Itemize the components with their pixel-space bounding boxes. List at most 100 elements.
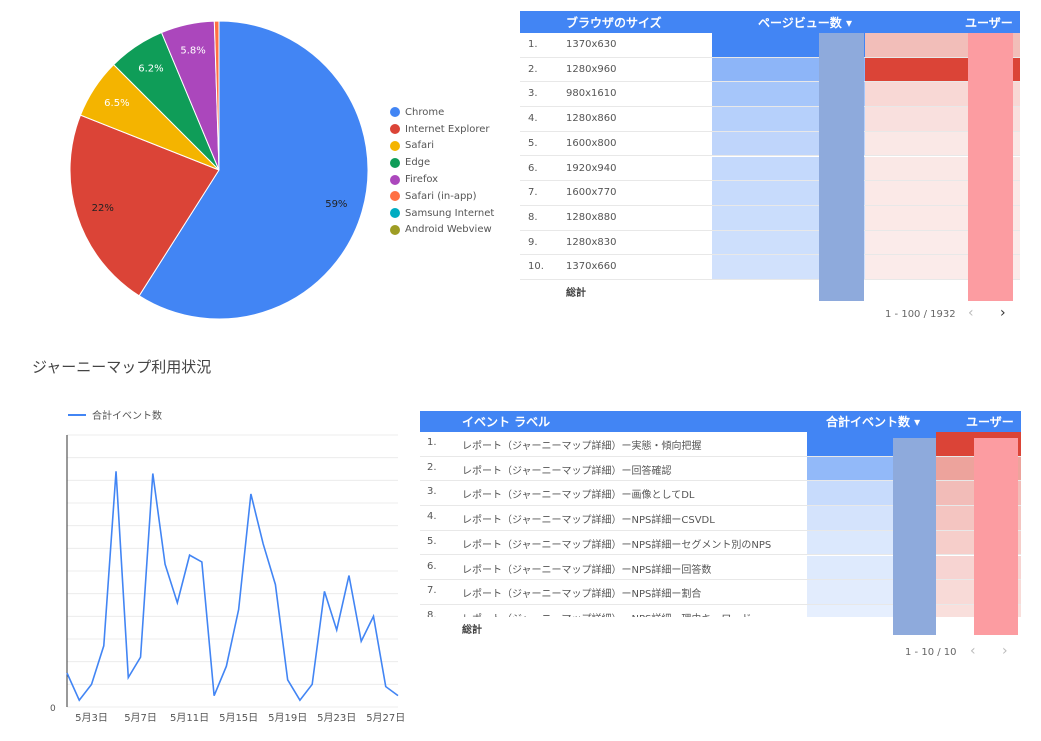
row-number: 1.	[528, 39, 538, 50]
x-tick-label: 5月19日	[268, 712, 307, 724]
pie-legend: Chrome Internet Explorer Safari Edge Firefox…	[390, 104, 494, 238]
row-number: 5.	[528, 137, 538, 149]
table-row[interactable]: 2. 1280x960	[520, 57, 1020, 83]
browser-size-cell: 1280x830	[566, 236, 617, 248]
header-total-events-sort[interactable]: 合計イベント数 ▾	[826, 413, 920, 430]
legend-item[interactable]: Internet Explorer	[390, 121, 494, 138]
browser-size-cell: 1600x800	[566, 137, 617, 149]
event-label-cell: レポート（ジャーニーマップ詳細）ーNPS詳細ー理由キーワード	[462, 610, 751, 617]
table-row[interactable]: 9. 1280x830	[520, 230, 1020, 256]
total-row-label: 総計	[462, 625, 482, 636]
legend-label: Safari	[405, 140, 435, 152]
legend-swatch	[390, 157, 400, 168]
x-tick-label: 5月23日	[317, 712, 356, 724]
row-number: 2.	[427, 461, 437, 473]
row-number: 8.	[427, 609, 437, 617]
row-number: 1.	[427, 437, 437, 448]
event-line-chart: 合計イベント数 0 5月3日 5月7日 5月11日 5月15日 5月19日 5月23日 5月…	[50, 409, 405, 724]
browser-size-cell: 1280x860	[566, 113, 617, 125]
table-row[interactable]: 10. 1370x660	[520, 255, 1020, 280]
legend-item[interactable]: Firefox	[390, 171, 494, 188]
legend-label: Android Webview	[405, 224, 492, 236]
events-summary-bar	[893, 438, 936, 635]
table-row[interactable]: 5. 1600x800	[520, 131, 1020, 157]
event-label-table: イベント ラベル 合計イベント数 ▾ ユーザー 1. レポート（ジャーニーマップ詳…	[420, 411, 1021, 636]
table-row[interactable]: 7. 1600x770	[520, 181, 1020, 206]
legend-label: Chrome	[405, 106, 445, 118]
line-legend-label: 合計イベント数	[92, 409, 162, 422]
legend-swatch	[390, 191, 400, 202]
browser-size-cell: 1280x960	[566, 63, 617, 75]
pie-slice-label: 6.5%	[104, 98, 129, 109]
legend-item[interactable]: Samsung Internet	[390, 205, 494, 222]
header-users[interactable]: ユーザー	[966, 413, 1014, 430]
legend-swatch	[390, 124, 400, 135]
event-label-cell: レポート（ジャーニーマップ詳細）ー回答確認	[462, 465, 672, 477]
legend-item[interactable]: Safari (in-app)	[390, 188, 494, 205]
event-label-cell: レポート（ジャーニーマップ詳細）ー画像としてDL	[462, 490, 695, 502]
legend-label: Internet Explorer	[405, 123, 490, 135]
browser-size-cell: 980x1610	[566, 88, 617, 100]
row-number: 6.	[427, 560, 437, 572]
table-row[interactable]: 1. 1370x630	[520, 33, 1020, 58]
browser-size-cell: 1370x660	[566, 261, 617, 273]
x-tick-label: 5月15日	[219, 712, 258, 724]
table-row[interactable]: 6. 1920x940	[520, 156, 1020, 182]
x-tick-label: 5月11日	[170, 712, 209, 724]
row-number: 6.	[528, 162, 538, 174]
row-number: 7.	[528, 187, 538, 199]
browser-size-cell: 1600x770	[566, 187, 617, 199]
pagination-text: 1 - 10 / 10	[905, 647, 957, 658]
browser-size-cell: 1370x630	[566, 39, 617, 50]
table-row[interactable]: 3. 980x1610	[520, 82, 1020, 108]
pie-slice-label: 22%	[92, 203, 114, 214]
row-number: 3.	[528, 88, 538, 100]
table-header: ブラウザのサイズ ページビュー数 ▾ ユーザー	[520, 11, 1020, 33]
legend-item[interactable]: Safari	[390, 138, 494, 155]
legend-label: Edge	[405, 157, 431, 169]
row-number: 7.	[427, 585, 437, 597]
legend-swatch	[390, 224, 400, 235]
pie-slice-label: 5.8%	[180, 46, 205, 57]
browser-size-table: ブラウザのサイズ ページビュー数 ▾ ユーザー 1. 1370x630 2. 1280…	[520, 11, 1020, 301]
header-users[interactable]: ユーザー	[965, 14, 1013, 31]
legend-item[interactable]: Edge	[390, 154, 494, 171]
legend-swatch	[390, 174, 400, 185]
row-number: 8.	[528, 211, 538, 223]
event-label-cell: レポート（ジャーニーマップ詳細）ーNPS詳細ー回答数	[462, 564, 712, 576]
table-row[interactable]: 8. 1280x880	[520, 205, 1020, 231]
next-page-button[interactable]: ›	[1002, 643, 1008, 659]
browser-size-cell: 1920x940	[566, 162, 617, 174]
row-number: 10.	[528, 261, 544, 273]
legend-label: Samsung Internet	[405, 207, 495, 219]
section-title: ジャーニーマップ利用状況	[32, 358, 212, 376]
legend-label: Safari (in-app)	[405, 190, 477, 202]
row-number: 3.	[427, 486, 437, 498]
event-label-cell: レポート（ジャーニーマップ詳細）ー実態・傾向把握	[462, 441, 702, 452]
header-event-label[interactable]: イベント ラベル	[462, 413, 550, 430]
event-label-cell: レポート（ジャーニーマップ詳細）ーNPS詳細ーCSVDL	[462, 515, 715, 527]
row-number: 5.	[427, 535, 437, 547]
row-number: 9.	[528, 236, 538, 248]
prev-page-button[interactable]: ‹	[968, 305, 974, 321]
pie-slice-label: 6.2%	[138, 64, 163, 75]
event-label-cell: レポート（ジャーニーマップ詳細）ーNPS詳細ー割合	[462, 589, 702, 601]
row-number: 2.	[528, 63, 538, 75]
x-tick-label: 5月27日	[366, 712, 405, 724]
pagination-text: 1 - 100 / 1932	[885, 309, 956, 320]
legend-swatch	[390, 107, 400, 118]
header-pageviews-sort[interactable]: ページビュー数 ▾	[758, 14, 852, 31]
header-browser-size[interactable]: ブラウザのサイズ	[566, 14, 662, 31]
prev-page-button[interactable]: ‹	[970, 643, 976, 659]
browser-size-cell: 1280x880	[566, 211, 617, 223]
users-summary-bar	[974, 438, 1018, 635]
row-number: 4.	[528, 113, 538, 125]
row-number: 4.	[427, 511, 437, 523]
legend-item[interactable]: Android Webview	[390, 222, 494, 239]
legend-item[interactable]: Chrome	[390, 104, 494, 121]
event-label-cell: レポート（ジャーニーマップ詳細）ーNPS詳細ーセグメント別のNPS	[462, 539, 772, 551]
total-events-line[interactable]	[66, 471, 399, 702]
legend-label: Firefox	[405, 174, 439, 186]
table-row[interactable]: 4. 1280x860	[520, 107, 1020, 132]
next-page-button[interactable]: ›	[1000, 305, 1006, 321]
